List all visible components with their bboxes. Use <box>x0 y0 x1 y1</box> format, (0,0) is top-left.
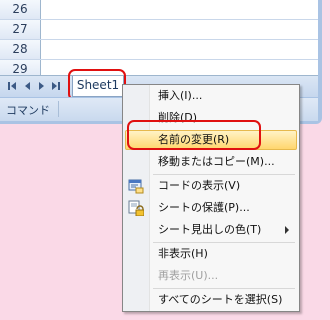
protect-sheet-icon <box>128 200 145 217</box>
sheet-row[interactable]: 26 <box>0 0 318 20</box>
sheet-row[interactable]: 27 <box>0 20 318 40</box>
menu-item-label: コードの表示(V) <box>158 179 241 192</box>
menu-item-hide[interactable]: 非表示(H) <box>123 243 299 265</box>
rename-highlight-outline <box>127 120 261 150</box>
menu-item-label: シート見出しの色(T) <box>158 223 262 236</box>
menu-item-tab-color[interactable]: シート見出しの色(T) <box>123 219 299 241</box>
sheet-row[interactable]: 28 <box>0 40 318 60</box>
status-mode-label: コマンド <box>6 104 50 117</box>
sheet-tab-context-menu: 挿入(I)... 削除(D) 名前の変更(R) 移動またはコピー(M)... コ… <box>122 84 300 312</box>
row-number[interactable]: 28 <box>0 40 41 59</box>
menu-item-move-or-copy[interactable]: 移動またはコピー(M)... <box>123 151 299 173</box>
row-number[interactable]: 26 <box>0 0 41 19</box>
menu-item-insert[interactable]: 挿入(I)... <box>123 85 299 107</box>
menu-item-label: 再表示(U)... <box>158 269 219 282</box>
menu-item-select-all-sheets[interactable]: すべてのシートを選択(S) <box>123 289 299 311</box>
next-sheet-icon[interactable] <box>39 82 44 90</box>
menu-item-label: 非表示(H) <box>158 247 208 260</box>
menu-item-label: 移動またはコピー(M)... <box>158 155 275 168</box>
menu-item-label: すべてのシートを選択(S) <box>158 293 283 306</box>
row-area: 26 27 28 29 <box>0 0 318 79</box>
menu-item-protect-sheet[interactable]: シートの保護(P)... <box>123 197 299 219</box>
menu-item-unhide: 再表示(U)... <box>123 265 299 287</box>
prev-sheet-icon[interactable] <box>25 82 30 90</box>
row-number[interactable]: 27 <box>0 20 41 39</box>
menu-item-label: シートの保護(P)... <box>158 201 250 214</box>
view-code-icon <box>128 178 144 194</box>
menu-item-label: 挿入(I)... <box>158 89 203 102</box>
submenu-arrow-icon <box>285 226 289 234</box>
status-divider <box>58 101 59 117</box>
menu-item-view-code[interactable]: コードの表示(V) <box>123 175 299 197</box>
